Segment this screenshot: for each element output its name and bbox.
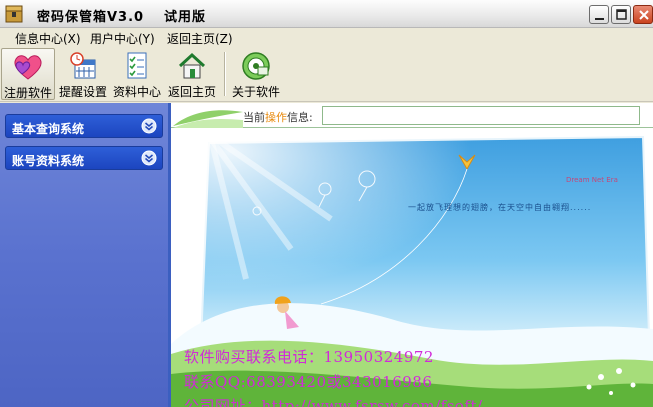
scene-logo: Dream Net Era	[566, 176, 618, 184]
data-center-button[interactable]: 资料中心	[111, 48, 163, 100]
minimize-icon	[595, 18, 604, 20]
info-label-prefix: 当前	[243, 111, 265, 124]
maximize-button[interactable]	[611, 5, 631, 24]
sidebar-section-label: 账号资料系统	[12, 154, 85, 168]
return-home-button[interactable]: 返回主页	[166, 48, 218, 100]
calendar-clock-icon	[70, 52, 96, 79]
close-icon	[639, 10, 649, 20]
reminder-settings-button[interactable]: 提醒设置	[57, 48, 109, 100]
window-title: 密码保管箱V3.0	[37, 10, 145, 25]
app-icon	[5, 5, 23, 23]
menu-info-center[interactable]: 信息中心(X)	[15, 30, 81, 47]
info-bar: 当前操作信息:	[171, 103, 653, 128]
menu-return-home[interactable]: 返回主页(Z)	[167, 30, 233, 47]
info-label-highlight: 操作	[265, 111, 287, 124]
sidebar-section-label: 基本查询系统	[12, 122, 85, 136]
close-button[interactable]	[633, 5, 653, 24]
about-icon	[242, 52, 270, 80]
maximize-icon	[616, 9, 627, 20]
main-panel: 当前操作信息: Dream Net Era 一起放飞理想的翅膀，在天空中自由翱翔…	[168, 103, 653, 407]
company-website: 公司网址：http://www.fsrsw.com/fsoft/	[184, 397, 483, 407]
chevron-down-icon[interactable]	[141, 118, 157, 134]
toolbar-separator	[224, 52, 226, 96]
chevron-down-icon[interactable]	[141, 150, 157, 166]
about-software-button[interactable]: 关于软件	[229, 48, 283, 100]
info-display	[322, 106, 640, 125]
minimize-button[interactable]	[589, 5, 609, 24]
scene-caption: 一起放飞理想的翅膀，在天空中自由翱翔......	[408, 203, 592, 212]
menu-bar: 信息中心(X) 用户中心(Y) 返回主页(Z)	[0, 28, 653, 46]
banner-image: Dream Net Era 一起放飞理想的翅膀，在天空中自由翱翔...... 软…	[171, 129, 653, 407]
sidebar-section-basic-query[interactable]: 基本查询系统	[5, 114, 163, 138]
register-software-button[interactable]: 注册软件	[1, 48, 55, 100]
about-software-label: 关于软件	[231, 85, 280, 99]
sidebar: 基本查询系统 账号资料系统	[0, 103, 168, 407]
heart-icon	[14, 55, 42, 80]
window-edition: 试用版	[164, 10, 207, 25]
checklist-icon	[127, 52, 147, 79]
contact-qq: 联系QQ:68393420或343016986	[184, 373, 433, 391]
return-home-label: 返回主页	[167, 85, 216, 99]
data-center-label: 资料中心	[112, 85, 161, 99]
register-software-label: 注册软件	[3, 86, 52, 100]
title-bar[interactable]: 密码保管箱V3.0 试用版	[0, 0, 653, 28]
info-label: 当前操作信息:	[243, 109, 313, 125]
menu-user-center[interactable]: 用户中心(Y)	[90, 30, 155, 47]
reminder-settings-label: 提醒设置	[58, 85, 107, 99]
sidebar-section-account-data[interactable]: 账号资料系统	[5, 146, 163, 170]
home-icon	[178, 52, 206, 79]
leaf-decoration-icon	[173, 110, 243, 128]
contact-phone: 软件购买联系电话：13950324972	[184, 348, 434, 366]
info-label-suffix: 信息:	[287, 111, 313, 124]
toolbar: 注册软件 提醒设置 资料中心 返回主页 关于软件	[0, 46, 653, 102]
